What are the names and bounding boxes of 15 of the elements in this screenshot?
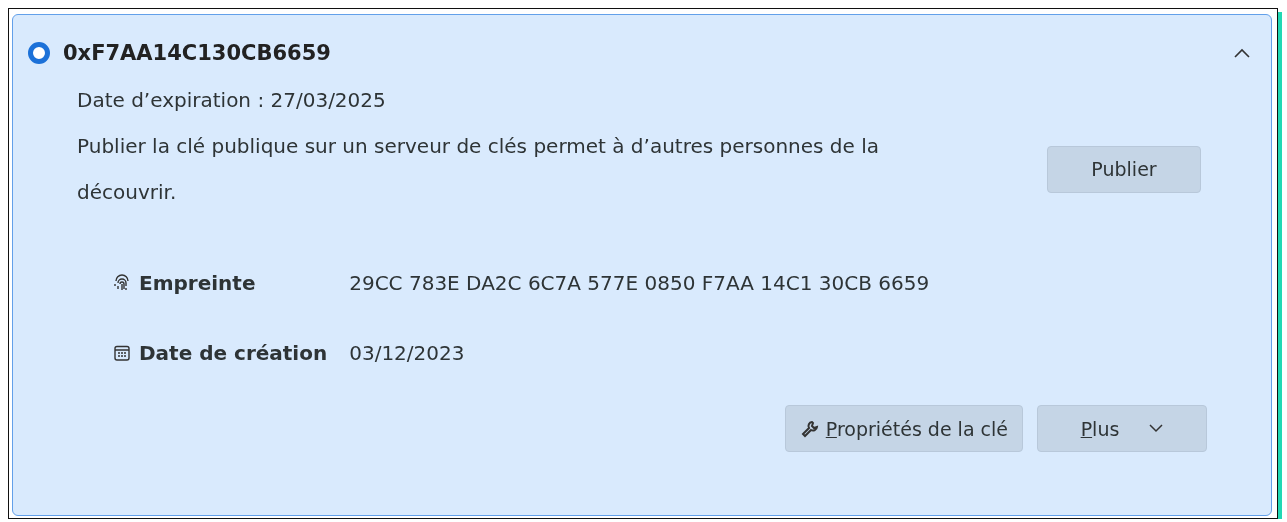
more-menu-button[interactable]: Plus [1037, 405, 1207, 452]
detail-label: Empreinte [139, 271, 256, 295]
detail-value: 03/12/2023 [349, 341, 466, 365]
publish-button[interactable]: Publier [1047, 145, 1201, 193]
chevron-down-icon [1149, 424, 1164, 433]
publish-description: Publier la clé publique sur un serveur de clés permet à d’autres personnes de la découvrir. [77, 133, 881, 206]
detail-value: 29CC 783E DA2C 6C7A 577E 0850 F7AA 14C1 30CB 6659 [349, 271, 931, 295]
key-properties-button[interactable]: Propriétés de la clé [784, 405, 1023, 452]
wrench-icon [799, 418, 820, 439]
key-id: 0xF7AA14C130CB6659 [63, 41, 332, 65]
detail-label: Date de création [139, 341, 328, 365]
expiration-date: Date d’expiration : 27/03/2025 [77, 87, 387, 114]
calendar-icon [113, 344, 131, 362]
chevron-icon[interactable] [1233, 47, 1251, 59]
radio-button[interactable] [28, 42, 50, 64]
